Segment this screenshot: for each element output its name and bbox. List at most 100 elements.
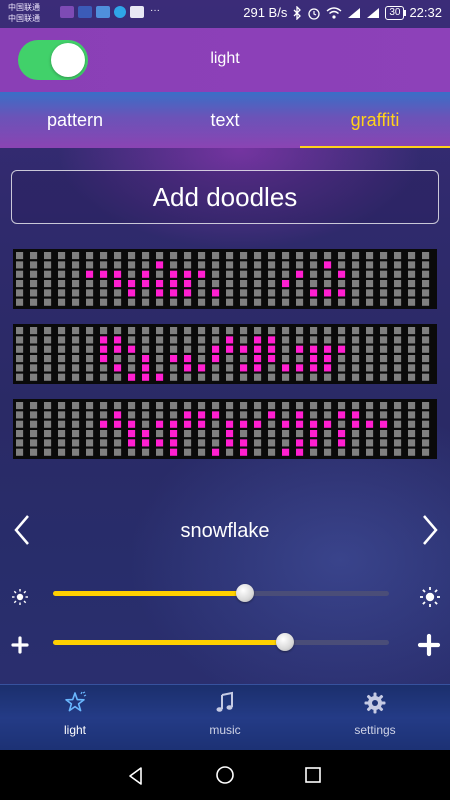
led-off — [268, 327, 276, 335]
tab-graffiti[interactable]: graffiti — [300, 92, 450, 148]
led-on — [296, 411, 304, 419]
led-off — [44, 327, 52, 335]
led-off — [282, 439, 290, 447]
led-off — [352, 280, 360, 288]
led-on — [170, 439, 178, 447]
led-off — [352, 327, 360, 335]
nav-settings[interactable]: settings — [300, 685, 450, 750]
led-off — [408, 373, 416, 381]
led-off — [72, 336, 80, 344]
led-off — [268, 439, 276, 447]
nav-light[interactable]: light — [0, 685, 150, 750]
led-off — [296, 402, 304, 410]
led-on — [310, 420, 318, 428]
led-on — [142, 270, 150, 278]
led-off — [268, 448, 276, 456]
led-off — [240, 289, 248, 297]
led-off — [198, 280, 206, 288]
led-off — [380, 448, 388, 456]
led-on — [380, 420, 388, 428]
led-off — [254, 402, 262, 410]
led-off — [324, 373, 332, 381]
doodle-matrix[interactable] — [13, 324, 437, 384]
led-off — [282, 336, 290, 344]
led-off — [72, 252, 80, 260]
led-off — [394, 439, 402, 447]
led-off — [86, 336, 94, 344]
led-off — [184, 439, 192, 447]
led-off — [422, 420, 430, 428]
led-off — [86, 364, 94, 372]
led-on — [324, 364, 332, 372]
led-off — [212, 373, 220, 381]
next-pattern-icon[interactable] — [414, 512, 444, 548]
led-off — [310, 280, 318, 288]
led-off — [86, 355, 94, 363]
led-off — [324, 270, 332, 278]
tab-text[interactable]: text — [150, 92, 300, 148]
led-off — [366, 355, 374, 363]
add-doodles-button[interactable]: Add doodles — [11, 170, 439, 224]
led-on — [338, 289, 346, 297]
led-off — [212, 280, 220, 288]
led-off — [44, 345, 52, 353]
nav-music[interactable]: music — [150, 685, 300, 750]
led-off — [296, 261, 304, 269]
led-off — [58, 345, 66, 353]
led-off — [114, 373, 122, 381]
led-off — [394, 420, 402, 428]
led-off — [282, 270, 290, 278]
speed-slider[interactable] — [53, 633, 389, 651]
led-on — [212, 345, 220, 353]
led-off — [212, 439, 220, 447]
led-on — [282, 420, 290, 428]
led-off — [380, 336, 388, 344]
led-off — [380, 252, 388, 260]
led-on — [212, 448, 220, 456]
recents-icon[interactable] — [304, 766, 322, 784]
led-on — [296, 364, 304, 372]
led-on — [170, 430, 178, 438]
led-off — [86, 448, 94, 456]
brightness-slider[interactable] — [53, 584, 389, 602]
led-off — [114, 448, 122, 456]
led-off — [352, 373, 360, 381]
led-off — [198, 373, 206, 381]
led-off — [254, 439, 262, 447]
doodle-matrix[interactable] — [13, 399, 437, 459]
led-off — [282, 345, 290, 353]
led-off — [30, 373, 38, 381]
led-off — [184, 373, 192, 381]
tab-pattern[interactable]: pattern — [0, 92, 150, 148]
led-off — [156, 327, 164, 335]
led-off — [30, 327, 38, 335]
led-off — [128, 355, 136, 363]
led-off — [100, 289, 108, 297]
led-off — [16, 430, 24, 438]
led-on — [310, 355, 318, 363]
led-off — [156, 430, 164, 438]
led-off — [72, 280, 80, 288]
led-off — [114, 430, 122, 438]
led-off — [422, 345, 430, 353]
led-off — [422, 439, 430, 447]
speed-thumb[interactable] — [275, 633, 294, 651]
led-off — [142, 252, 150, 260]
led-off — [408, 289, 416, 297]
led-off — [212, 420, 220, 428]
led-off — [72, 327, 80, 335]
led-off — [184, 430, 192, 438]
led-off — [366, 298, 374, 306]
doodle-matrix[interactable] — [13, 249, 437, 309]
led-on — [128, 280, 136, 288]
led-on — [338, 430, 346, 438]
led-off — [100, 448, 108, 456]
led-off — [30, 298, 38, 306]
led-off — [240, 402, 248, 410]
led-off — [408, 364, 416, 372]
home-icon[interactable] — [215, 765, 235, 785]
speed-low-icon — [11, 636, 29, 654]
back-icon[interactable] — [126, 766, 146, 786]
led-on — [184, 420, 192, 428]
brightness-thumb[interactable] — [235, 584, 254, 602]
